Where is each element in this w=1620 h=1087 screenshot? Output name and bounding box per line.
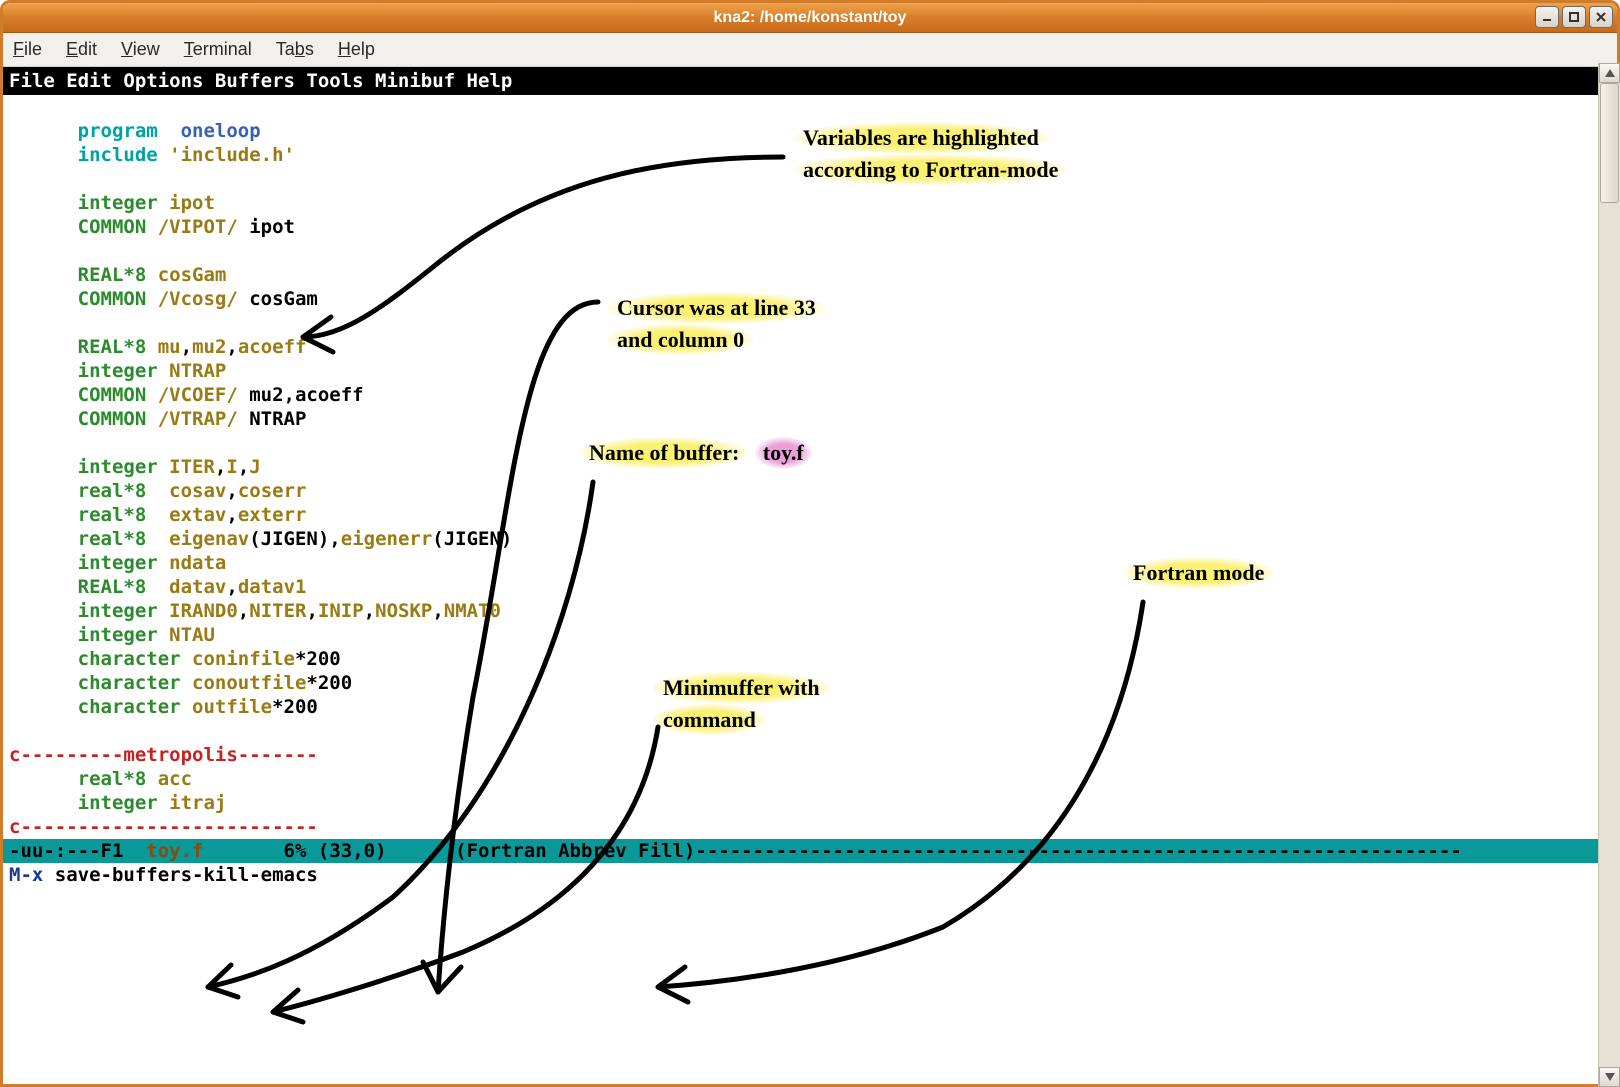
menu-view[interactable]: View [121,39,160,60]
scrollbar-thumb[interactable] [1600,83,1619,203]
terminal-area: File Edit Options Buffers Tools Minibuf … [3,67,1617,1084]
menu-file[interactable]: File [13,39,42,60]
menu-help[interactable]: Help [338,39,375,60]
scrollbar[interactable] [1598,63,1620,1087]
minimize-button[interactable] [1535,6,1559,28]
close-button[interactable] [1589,6,1613,28]
gnome-menubar: File Edit View Terminal Tabs Help [3,33,1617,67]
menu-terminal[interactable]: Terminal [184,39,252,60]
emacs-minibuffer[interactable]: M-x save-buffers-kill-emacs [3,863,1617,887]
scrollbar-track[interactable] [1599,83,1620,1067]
menu-edit[interactable]: Edit [66,39,97,60]
menu-tabs[interactable]: Tabs [276,39,314,60]
window-title: kna2: /home/konstant/toy [714,9,907,27]
maximize-button[interactable] [1562,6,1586,28]
scroll-down-button[interactable] [1599,1067,1620,1087]
emacs-menubar[interactable]: File Edit Options Buffers Tools Minibuf … [3,67,1617,95]
code-buffer[interactable]: program oneloop include 'include.h' inte… [3,95,1617,839]
scroll-up-button[interactable] [1599,63,1620,83]
emacs-modeline: -uu-:---F1 toy.f 6% (33,0) (Fortran Abbr… [3,839,1617,863]
titlebar: kna2: /home/konstant/toy [3,3,1617,33]
modeline-buffer-name: toy.f [146,840,203,862]
window-controls [1535,6,1613,28]
